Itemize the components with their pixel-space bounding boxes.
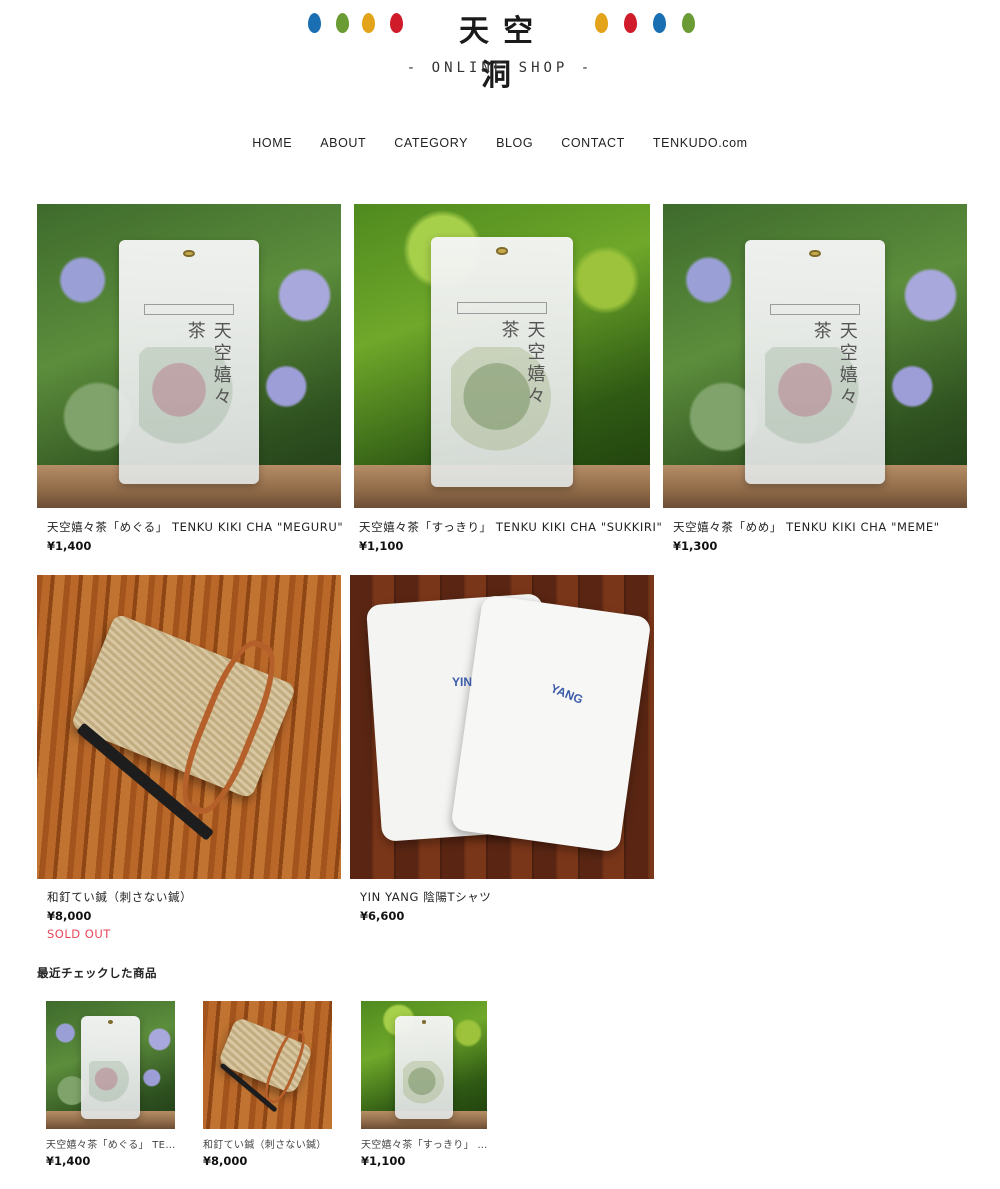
recent-item[interactable]: 和釘てい鍼（刺さない鍼） ¥8,000 (203, 1001, 333, 1171)
tea-pack-photo: 天空嬉々茶 (745, 240, 885, 484)
product-image[interactable] (37, 575, 341, 879)
recently-viewed-title: 最近チェックした商品 (37, 966, 157, 980)
main-nav: HOME ABOUT CATEGORY BLOG CONTACT TENKUDO… (0, 136, 1000, 150)
product-card-needle[interactable]: 和釘てい鍼（刺さない鍼） ¥8,000 SOLD OUT (37, 575, 341, 945)
product-card-meme[interactable]: 天空嬉々茶 天空嬉々茶「めめ」 TENKU KIKI CHA "MEME" ¥1… (663, 204, 967, 554)
product-price: ¥6,600 (360, 909, 405, 923)
recent-item-image[interactable] (203, 1001, 332, 1129)
product-name[interactable]: 天空嬉々茶「めめ」 TENKU KIKI CHA "MEME" (673, 519, 940, 535)
product-image[interactable]: 天空嬉々茶 (37, 204, 341, 508)
logo-dot (624, 13, 637, 33)
nav-category[interactable]: CATEGORY (394, 136, 468, 150)
shop-logo[interactable]: 天空洞 - ONLINE SHOP - (0, 0, 1000, 100)
logo-dot (682, 13, 695, 33)
product-name[interactable]: 天空嬉々茶「めぐる」 TENKU KIKI CHA "MEGURU" (47, 519, 343, 535)
recent-item-price: ¥1,100 (361, 1154, 406, 1168)
tea-pack-photo: 天空嬉々茶 (430, 237, 574, 487)
product-price: ¥1,100 (359, 539, 404, 553)
sold-out-badge: SOLD OUT (47, 927, 111, 941)
recent-item-name[interactable]: 天空嬉々茶「めぐる」 TEN... (46, 1136, 176, 1151)
recent-item-image[interactable] (361, 1001, 487, 1129)
recent-item-name[interactable]: 和釘てい鍼（刺さない鍼） (203, 1136, 333, 1151)
recent-item-name[interactable]: 天空嬉々茶「すっきり」 T... (361, 1136, 491, 1151)
nav-tenkudo[interactable]: TENKUDO.com (653, 136, 748, 150)
logo-dot (595, 13, 608, 33)
product-name[interactable]: 和釘てい鍼（刺さない鍼） (47, 889, 192, 905)
recent-item-price: ¥8,000 (203, 1154, 248, 1168)
tea-pack-photo: 天空嬉々茶 (119, 240, 259, 484)
product-card-tshirt[interactable]: YIN YANG YIN YANG 陰陽Tシャツ ¥6,600 (350, 575, 654, 925)
logo-dot (362, 13, 375, 33)
product-price: ¥1,400 (47, 539, 92, 553)
shop-subtitle: - ONLINE SHOP - (406, 60, 594, 76)
nav-blog[interactable]: BLOG (496, 136, 533, 150)
product-card-meguru[interactable]: 天空嬉々茶 天空嬉々茶「めぐる」 TENKU KIKI CHA "MEGURU"… (37, 204, 343, 554)
logo-dot (653, 13, 666, 33)
shirt-print-yin: YIN (452, 675, 473, 689)
logo-dot (308, 13, 321, 33)
logo-dot (336, 13, 349, 33)
product-image[interactable]: YIN YANG (350, 575, 654, 879)
product-image[interactable]: 天空嬉々茶 (354, 204, 650, 508)
recent-item[interactable]: 天空嬉々茶「すっきり」 T... ¥1,100 (361, 1001, 491, 1171)
brand-name: 天空洞 (459, 14, 547, 93)
product-price: ¥8,000 (47, 909, 92, 923)
logo-dot (390, 13, 403, 33)
recent-item-price: ¥1,400 (46, 1154, 91, 1168)
product-image[interactable]: 天空嬉々茶 (663, 204, 967, 508)
product-name[interactable]: YIN YANG 陰陽Tシャツ (360, 889, 491, 905)
product-card-sukkiri[interactable]: 天空嬉々茶 天空嬉々茶「すっきり」 TENKU KIKI CHA "SUKKIR… (354, 204, 662, 554)
recent-item[interactable]: 天空嬉々茶「めぐる」 TEN... ¥1,400 (46, 1001, 176, 1171)
recent-item-image[interactable] (46, 1001, 175, 1129)
nav-home[interactable]: HOME (252, 136, 292, 150)
product-price: ¥1,300 (673, 539, 718, 553)
nav-about[interactable]: ABOUT (320, 136, 366, 150)
product-name[interactable]: 天空嬉々茶「すっきり」 TENKU KIKI CHA "SUKKIRI" (359, 519, 662, 535)
nav-contact[interactable]: CONTACT (561, 136, 625, 150)
